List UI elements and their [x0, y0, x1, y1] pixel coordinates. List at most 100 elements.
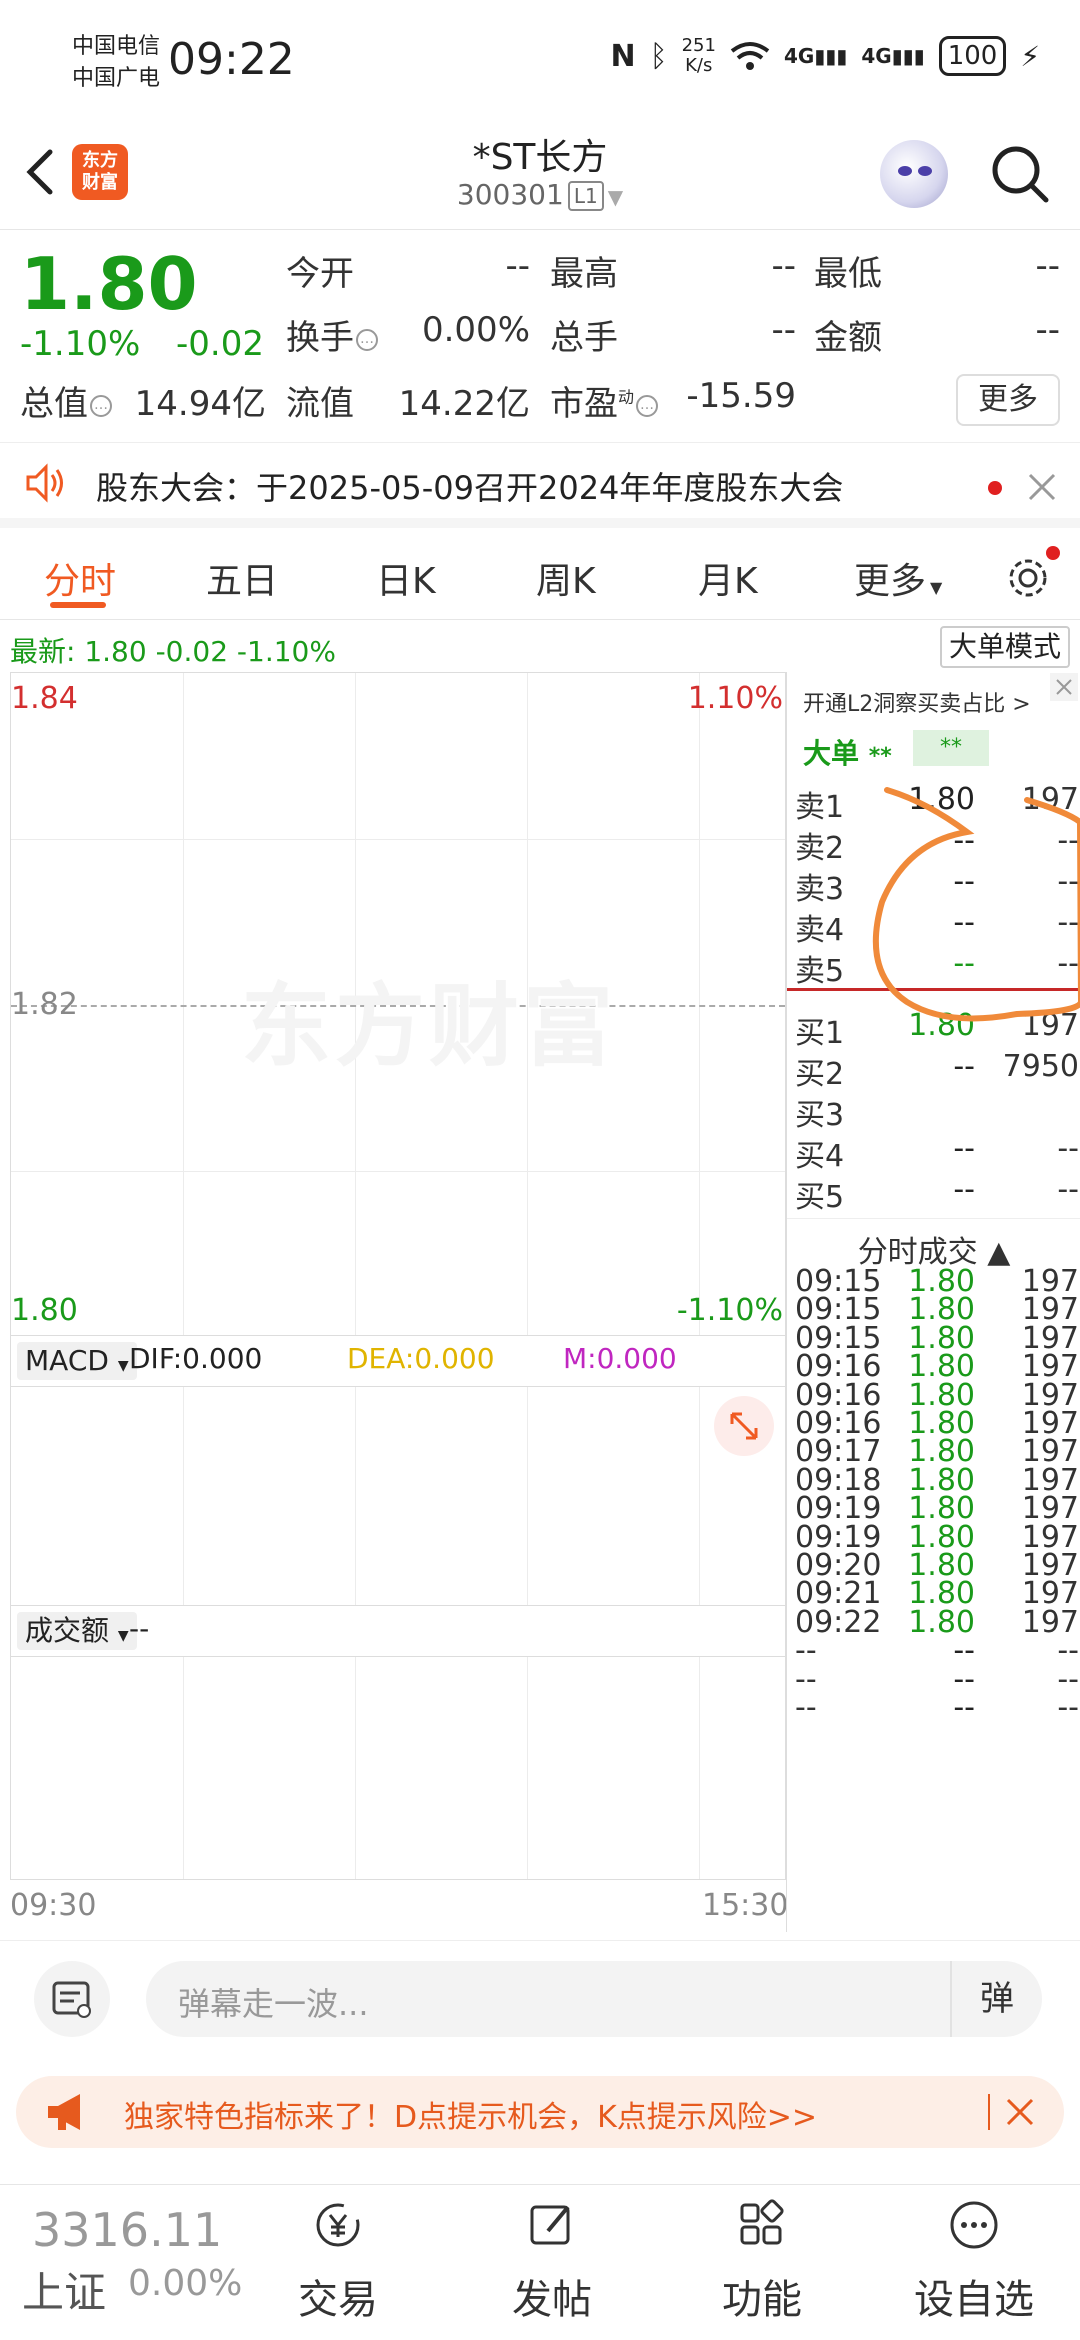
float-label: 流值	[286, 384, 354, 424]
tab-intraday[interactable]: 分时	[44, 552, 116, 604]
tab-weekly-k[interactable]: 周K	[536, 552, 596, 604]
comment-bar: 弹幕走一波... 弹	[0, 1940, 1080, 2050]
title-bar: 东方 财富 *ST长方 300301 L1 ▼	[0, 120, 1080, 230]
mktcap-value: 14.94亿	[134, 384, 266, 424]
high-label: 最高	[550, 254, 618, 294]
float-value: 14.22亿	[398, 384, 530, 424]
promo-banner[interactable]: 独家特色指标来了！D点提示机会，K点提示风险>>	[16, 2076, 1064, 2148]
amount-label: 金额	[814, 318, 882, 358]
status-icons: N ᛒ 251 K/s 4G▮▮▮ 4G▮▮▮ 100 ⚡	[610, 36, 1040, 76]
notice-bar[interactable]: 股东大会：于2025-05-09召开2024年年度股东大会	[0, 442, 1080, 528]
expand-icon[interactable]	[714, 1396, 774, 1456]
turnover-label[interactable]: 换手…	[286, 310, 378, 359]
open-label: 今开	[286, 254, 354, 294]
macd-dif: DIF:0.000	[129, 1342, 263, 1375]
carrier-2: 中国广电	[72, 66, 161, 91]
change-amount: -0.02	[176, 324, 264, 364]
pct-axis-bottom: -1.10%	[676, 1293, 783, 1328]
macd-m: M:0.000	[563, 1342, 677, 1375]
chevron-down-icon: ▼	[930, 578, 943, 597]
stock-code: 300301	[456, 178, 564, 211]
latest-row: 最新: 1.80 -0.02 -1.10% 大单模式	[0, 622, 1080, 672]
tab-more[interactable]: 更多 ▼	[854, 552, 942, 604]
current-price: 1.80	[20, 242, 198, 326]
pe-label[interactable]: 市盈动…	[550, 376, 659, 425]
close-icon[interactable]	[1004, 2096, 1036, 2128]
big-order-mode-button[interactable]: 大单模式	[940, 626, 1070, 668]
amount-value: --	[1035, 310, 1060, 350]
index-name: 上证	[22, 2268, 107, 2317]
tab-daily-k[interactable]: 日K	[376, 552, 436, 604]
tab-five-day[interactable]: 五日	[206, 552, 278, 604]
info-icon: …	[636, 394, 659, 417]
macd-chart[interactable]	[10, 1386, 786, 1606]
settings-gear-icon[interactable]	[1004, 554, 1052, 602]
big-order-label: 大单 **	[803, 737, 892, 770]
battery-icon: 100	[938, 36, 1007, 76]
volume-label: 总手	[550, 318, 618, 358]
low-value: --	[1035, 246, 1060, 286]
bid-row: 买3	[795, 1098, 845, 1133]
search-icon[interactable]	[988, 142, 1052, 206]
nav-post[interactable]: 发帖	[472, 2195, 632, 2331]
big-order-bar: **	[913, 730, 989, 766]
turnover-value: 0.00%	[421, 310, 530, 350]
index-ticker[interactable]: 3316.11 上证 0.00%	[0, 2185, 250, 2340]
chevron-down-icon: ▼	[607, 185, 624, 209]
high-value: --	[771, 246, 796, 286]
megaphone-icon	[48, 2094, 80, 2130]
active-tab-indicator	[50, 602, 106, 608]
y-axis-bottom: 1.80	[11, 1293, 78, 1328]
volume-value: --	[129, 1612, 150, 1645]
bottom-nav: 3316.11 上证 0.00% 交易 发帖 功能 设自选	[0, 2184, 1080, 2340]
settings-badge-dot	[1046, 546, 1060, 560]
carrier-1: 中国电信	[72, 34, 161, 59]
bid-row: 买2 -- 7950	[795, 1049, 1079, 1092]
nav-add-watchlist[interactable]: 设自选	[894, 2195, 1054, 2331]
more-dots-icon	[950, 2201, 998, 2249]
level-badge: L1	[567, 181, 604, 211]
index-percent: 0.00%	[128, 2263, 243, 2304]
x-axis-end: 15:30	[702, 1888, 789, 1923]
trade-row: -- -- --	[795, 1690, 1079, 1725]
change-percent: -1.10%	[20, 324, 141, 364]
danmu-button[interactable]: 弹	[950, 1961, 1042, 2037]
nav-features[interactable]: 功能	[682, 2195, 842, 2331]
notice-text: 股东大会：于2025-05-09召开2024年年度股东大会	[96, 469, 844, 507]
macd-dea: DEA:0.000	[347, 1342, 495, 1375]
x-axis-start: 09:30	[10, 1888, 97, 1923]
watermark: 东方财富	[241, 974, 617, 1079]
low-label: 最低	[814, 254, 882, 294]
chat-settings-icon[interactable]	[34, 1961, 110, 2037]
close-icon[interactable]	[1049, 672, 1079, 702]
unread-dot	[988, 481, 1002, 495]
signal-icon-1: 4G▮▮▮	[783, 44, 848, 68]
mktcap-label[interactable]: 总值…	[20, 376, 112, 425]
yen-icon	[316, 2203, 360, 2247]
volume-chart[interactable]	[10, 1656, 786, 1880]
tab-monthly-k[interactable]: 月K	[698, 552, 758, 604]
bid-row: 买5 -- --	[795, 1172, 1079, 1215]
y-axis-mid: 1.82	[11, 987, 78, 1022]
open-value: --	[505, 246, 530, 286]
volume-selector[interactable]: 成交额 ▼	[17, 1612, 137, 1650]
l2-upgrade-link[interactable]: 开通L2洞察买卖占比 >	[803, 686, 1031, 718]
intraday-chart[interactable]: 东方财富 1.84 1.82 1.80 1.10% -1.10%	[10, 672, 786, 1336]
volume-header: 成交额 ▼ --	[10, 1606, 786, 1656]
info-icon: …	[90, 394, 112, 417]
danmu-placeholder: 弹幕走一波...	[178, 1985, 369, 2023]
nav-trade[interactable]: 交易	[258, 2195, 418, 2331]
close-icon[interactable]	[1026, 471, 1058, 503]
pct-axis-top: 1.10%	[687, 681, 783, 716]
period-tabs: 分时 五日 日K 周K 月K 更多 ▼	[0, 540, 1080, 620]
danmu-input[interactable]: 弹幕走一波... 弹	[146, 1961, 1042, 2037]
assistant-robot-icon[interactable]	[880, 140, 948, 208]
promo-divider	[988, 2094, 990, 2130]
nfc-icon: N	[610, 38, 636, 74]
more-button[interactable]: 更多	[956, 374, 1060, 426]
charging-icon: ⚡	[1020, 39, 1040, 73]
order-book: 开通L2洞察买卖占比 > 大单 ** ** 卖1 1.80 197 卖2 -- -- 卖…	[786, 672, 1080, 1932]
pe-value: -15.59	[686, 376, 796, 416]
latest-quote: 最新: 1.80 -0.02 -1.10%	[10, 635, 336, 668]
macd-selector[interactable]: MACD ▼	[17, 1342, 137, 1380]
